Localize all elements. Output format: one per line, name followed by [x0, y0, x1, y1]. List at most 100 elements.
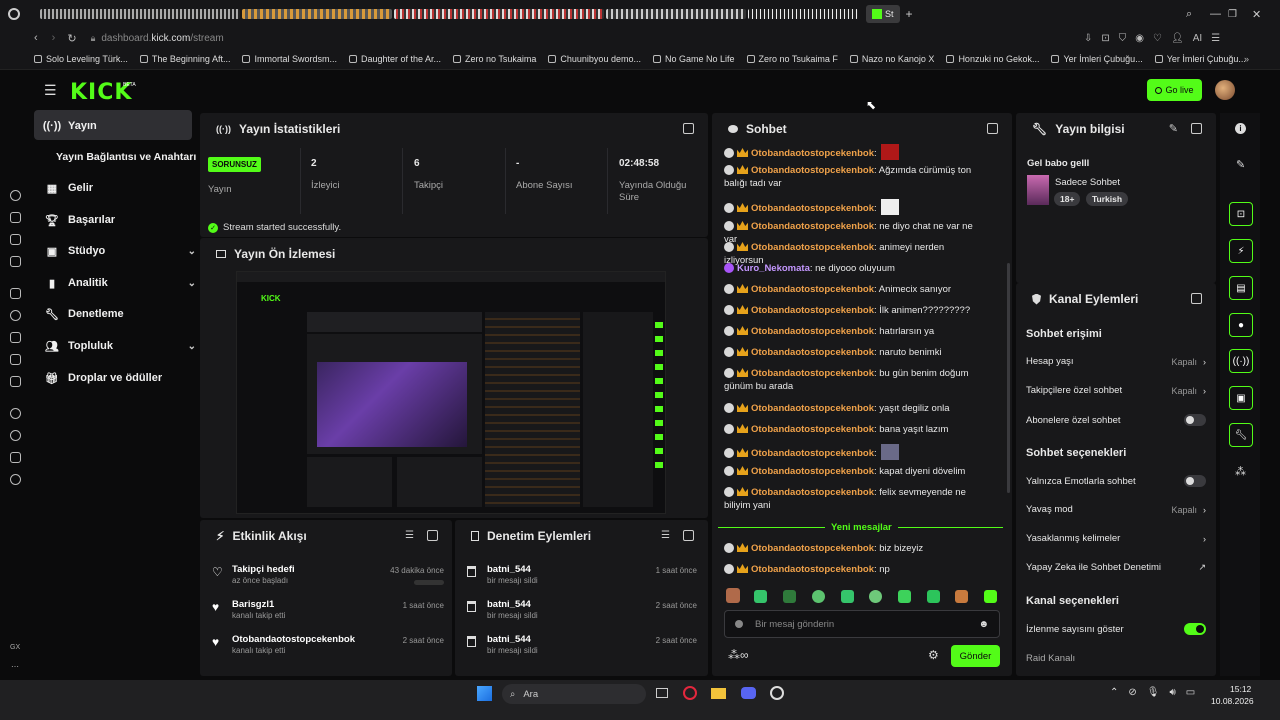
emote[interactable] [783, 590, 796, 603]
bookmark-item[interactable]: Nazo no Kanojo X [849, 54, 934, 64]
followers-only-row[interactable]: Takipçilere özel sohbet Kapalı › [1026, 385, 1206, 396]
emote[interactable] [984, 590, 997, 603]
bookmark-item[interactable]: The Beginning Aft... [139, 54, 230, 64]
chat-message[interactable]: Otobandaotostopcekenbok: yaşıt degiliz o… [724, 402, 986, 415]
shield-icon[interactable]: ⛉ [1119, 33, 1127, 44]
send-button[interactable]: Gönder [951, 645, 1000, 667]
chat-message[interactable]: Otobandaotostopcekenbok: hatırlarsın ya [724, 325, 986, 338]
sidebar-item-gelir[interactable]: ▦ Gelir [46, 182, 196, 195]
emote[interactable] [955, 590, 968, 603]
filter-icon[interactable]: ☰ [661, 530, 670, 541]
avatar[interactable] [1215, 80, 1235, 100]
sidebar-item-denetleme[interactable]: 🔧︎ Denetleme [45, 308, 196, 321]
bookmark-item[interactable]: Zero no Tsukaima [453, 54, 536, 64]
back-icon[interactable]: ‹ [34, 32, 38, 44]
chat-settings-gear-icon[interactable]: ⚙ [928, 648, 939, 662]
emoji-icon[interactable]: ☻ [978, 619, 989, 630]
rail-more-icon[interactable]: ⋯ [11, 662, 19, 671]
rail-button-wrench[interactable]: 🔧︎ [1229, 423, 1253, 447]
chat-message[interactable]: Otobandaotostopcekenbok: Animecix sanıyo… [724, 283, 986, 296]
menu-icon[interactable]: ☰ [1211, 33, 1220, 44]
emote-face[interactable] [726, 588, 740, 603]
chat-message[interactable]: Otobandaotostopcekenbok: Ağzımda cürümüş… [724, 164, 986, 190]
edit-pencil-icon[interactable]: ✎ [1169, 122, 1178, 135]
minimize-button[interactable]: — [1210, 8, 1221, 20]
banned-words-row[interactable]: Yasaklanmış kelimeler › [1026, 533, 1206, 544]
bookmark-item[interactable]: Zero no Tsukaima F [746, 54, 838, 64]
stream-preview-video[interactable]: KICK [236, 271, 666, 514]
rail-icon-twitch[interactable] [10, 234, 21, 245]
sidebar-item-yayin[interactable]: ((·)) Yayın [43, 120, 196, 132]
chat-input[interactable]: Bir mesaj gönderin ☻ [724, 610, 1000, 638]
chat-username[interactable]: Otobandaotostopcekenbok [751, 448, 874, 459]
rail-icon-aria[interactable] [10, 190, 21, 201]
chat-message[interactable]: Otobandaotostopcekenbok: İlk animen?????… [724, 304, 986, 317]
emote[interactable] [927, 590, 940, 603]
popout-icon[interactable] [427, 530, 438, 541]
profile-icon[interactable]: 👤︎ [1171, 33, 1184, 44]
filter-icon[interactable]: ☰ [405, 530, 414, 541]
sidebar-item-stream-key[interactable]: Yayın Bağlantısı ve Anahtarı [56, 151, 201, 163]
emotes-only-toggle[interactable] [1184, 475, 1206, 487]
chat-username[interactable]: Otobandaotostopcekenbok [751, 564, 874, 575]
emote[interactable] [869, 590, 882, 603]
raid-row[interactable]: Raid Kanalı [1026, 653, 1206, 664]
forward-icon[interactable]: › [52, 32, 56, 44]
rail-button-broadcast[interactable]: ((·)) [1229, 349, 1253, 373]
rail-button-clip[interactable]: ⊡ [1229, 202, 1253, 226]
taskbar-time[interactable]: 15:12 [1230, 684, 1251, 694]
rail-icon-bag[interactable] [10, 212, 21, 223]
chat-message[interactable]: Otobandaotostopcekenbok: [724, 144, 986, 160]
tab-icons-row[interactable] [40, 9, 860, 19]
tray-network-icon[interactable]: ⊘ [1128, 687, 1136, 698]
subs-only-toggle[interactable] [1184, 414, 1206, 426]
category-name[interactable]: Sadece Sohbet [1055, 177, 1120, 188]
chat-username[interactable]: Otobandaotostopcekenbok [751, 403, 874, 414]
chat-username[interactable]: Otobandaotostopcekenbok [751, 242, 874, 253]
rail-icon-m[interactable] [10, 256, 21, 267]
camera-icon[interactable]: ◉ [1135, 33, 1144, 44]
chat-username[interactable]: Otobandaotostopcekenbok [751, 326, 874, 337]
reload-icon[interactable]: ↻ [67, 32, 76, 45]
chat-scrollbar[interactable] [1007, 263, 1010, 493]
chat-message[interactable]: Otobandaotostopcekenbok: biz bizeyiz [724, 542, 986, 555]
chat-message[interactable]: Otobandaotostopcekenbok: felix sevmeyend… [724, 486, 986, 512]
discord-icon[interactable] [741, 687, 756, 699]
kick-points-icon[interactable]: ⁂∞ [728, 648, 749, 662]
rail-icon-tiktok[interactable] [10, 376, 21, 387]
tag-turkish[interactable]: Turkish [1086, 192, 1129, 206]
taskbar-date[interactable]: 10.08.2026 [1211, 696, 1254, 706]
emote[interactable] [841, 590, 854, 603]
go-live-button[interactable]: Go live [1147, 79, 1202, 101]
tag-18plus[interactable]: 18+ [1054, 192, 1081, 206]
chat-username[interactable]: Otobandaotostopcekenbok [751, 487, 874, 498]
chat-username[interactable]: Otobandaotostopcekenbok [751, 368, 874, 379]
rail-button-moderation[interactable]: ▣ [1229, 386, 1253, 410]
ai-icon[interactable]: AI [1193, 33, 1202, 44]
tray-speaker-icon[interactable]: 🔊︎ [1169, 687, 1175, 698]
emote[interactable] [754, 590, 767, 603]
rail-icon-tw[interactable] [10, 288, 21, 299]
bookmark-item[interactable]: Chuunibyou demo... [548, 54, 641, 64]
url-text[interactable]: dashboard.kick.com/stream [101, 33, 223, 44]
bookmark-item[interactable]: Yer İmleri Çubuğu... [1154, 54, 1246, 64]
rail-icon-instagram[interactable] [10, 354, 21, 365]
close-window-button[interactable]: ✕ [1252, 8, 1261, 21]
screenshot-icon[interactable]: ⊡ [1101, 33, 1109, 44]
search-tabs-icon[interactable]: ⌕ [1186, 8, 1192, 21]
bookmark-item[interactable]: No Game No Life [652, 54, 735, 64]
chat-username[interactable]: Otobandaotostopcekenbok [751, 305, 874, 316]
rail-icon-cube[interactable] [10, 452, 21, 463]
bookmarks-more-icon[interactable]: » [1244, 54, 1249, 64]
rail-icon-settings[interactable] [10, 474, 21, 485]
active-tab[interactable]: St [866, 5, 900, 23]
heart-icon[interactable]: ♡ [1153, 33, 1162, 44]
bookmark-item[interactable]: Honzuki no Gekok... [946, 54, 1039, 64]
popout-icon[interactable] [1191, 123, 1202, 134]
emote[interactable] [812, 590, 825, 603]
sidebar-item-topluluk[interactable]: 👥︎ Topluluk ⌄ [45, 340, 196, 353]
toolbar-icons[interactable]: ⇩ ⊡ ⛉ ◉ ♡ 👤︎ AI ☰ [1084, 33, 1220, 44]
bookmark-item[interactable]: Solo Leveling Türk... [34, 54, 128, 64]
hamburger-menu-icon[interactable]: ☰ [44, 82, 57, 99]
rail-icon-player[interactable] [10, 408, 21, 419]
